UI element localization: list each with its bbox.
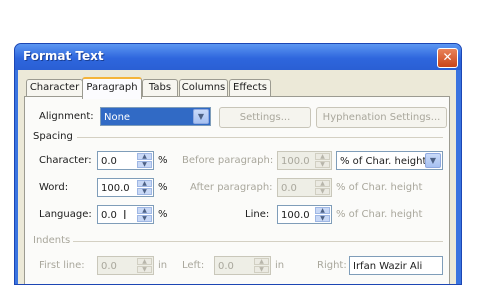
after-paragraph-value: 0.0 [281, 183, 297, 194]
chevron-down-icon[interactable]: ▼ [193, 109, 209, 124]
before-paragraph-value: 100.0 [281, 156, 310, 167]
paragraph-panel: Alignment: None ▼ Settings... Hyphenatio… [24, 96, 450, 284]
tab-paragraph[interactable]: Paragraph [82, 77, 142, 99]
left-indent-unit: in [275, 260, 285, 271]
line-spacing-spinner[interactable]: ▲ ▼ [315, 207, 330, 222]
before-paragraph-unit-value: % of Char. height [340, 156, 427, 167]
left-indent-input[interactable]: 0.0 ▲ ▼ [214, 256, 271, 275]
character-spacing-value: 0.0 [101, 156, 117, 167]
tab-effects[interactable]: Effects [229, 79, 271, 96]
alignment-label: Alignment: [39, 111, 94, 122]
title-bar[interactable]: Format Text ✕ [15, 44, 461, 70]
settings-button[interactable]: Settings... [219, 107, 311, 128]
format-text-dialog: Format Text ✕ Character Paragraph Tabs C… [14, 43, 462, 285]
hyphenation-settings-button[interactable]: Hyphenation Settings... [316, 107, 447, 128]
after-paragraph-label: After paragraph: [190, 182, 273, 193]
character-spacing-input[interactable]: 0.0 ▲ ▼ [97, 151, 154, 170]
language-spacing-unit: % [158, 209, 168, 220]
before-paragraph-label: Before paragraph: [182, 155, 274, 166]
dialog-client-area: Character Paragraph Tabs Columns Effects… [18, 70, 456, 284]
language-spacing-input[interactable]: 0.0 I ▲ ▼ [97, 205, 154, 224]
before-paragraph-input[interactable]: 100.0 ▲ ▼ [277, 151, 332, 170]
first-line-input[interactable]: 0.0 ▲ ▼ [97, 256, 154, 275]
first-line-label: First line: [39, 260, 85, 271]
first-line-value: 0.0 [101, 261, 117, 272]
after-paragraph-unit: % of Char. height [336, 182, 423, 193]
right-indent-label: Right: [317, 260, 347, 271]
tab-character[interactable]: Character [26, 79, 83, 96]
word-spacing-input[interactable]: 100.0 ▲ ▼ [97, 178, 154, 197]
left-indent-value: 0.0 [218, 261, 234, 272]
left-indent-label: Left: [182, 260, 205, 271]
chevron-down-icon[interactable]: ▼ [425, 153, 441, 168]
spacing-section-label: Spacing [33, 131, 73, 142]
indents-divider [73, 241, 443, 242]
before-paragraph-spinner[interactable]: ▲ ▼ [315, 153, 330, 168]
language-spacing-value: 0.0 [101, 210, 117, 221]
left-indent-spinner[interactable]: ▲ ▼ [254, 258, 269, 273]
word-spacing-spinner[interactable]: ▲ ▼ [137, 180, 152, 195]
text-cursor-icon: I [123, 208, 127, 222]
word-spacing-unit: % [158, 182, 168, 193]
line-spacing-value: 100.0 [281, 210, 310, 221]
right-indent-value: Irfan Wazir Ali [353, 261, 423, 272]
dialog-title: Format Text [23, 49, 104, 63]
line-spacing-unit: % of Char. height [336, 209, 423, 220]
spacing-divider [77, 137, 443, 138]
right-indent-input[interactable]: Irfan Wazir Ali [349, 256, 443, 275]
after-paragraph-input[interactable]: 0.0 ▲ ▼ [277, 178, 332, 197]
after-paragraph-spinner[interactable]: ▲ ▼ [315, 180, 330, 195]
tab-tabs[interactable]: Tabs [142, 79, 178, 96]
word-spacing-value: 100.0 [101, 183, 130, 194]
word-spacing-label: Word: [39, 182, 69, 193]
character-spacing-label: Character: [39, 155, 92, 166]
before-paragraph-unit-select[interactable]: % of Char. height ▼ [336, 151, 443, 170]
character-spacing-spinner[interactable]: ▲ ▼ [137, 153, 152, 168]
language-spacing-spinner[interactable]: ▲ ▼ [137, 207, 152, 222]
language-spacing-label: Language: [39, 209, 92, 220]
alignment-select[interactable]: None ▼ [100, 107, 211, 126]
tab-columns[interactable]: Columns [179, 79, 228, 96]
line-spacing-input[interactable]: 100.0 ▲ ▼ [277, 205, 332, 224]
line-spacing-label: Line: [245, 209, 270, 220]
first-line-spinner[interactable]: ▲ ▼ [137, 258, 152, 273]
character-spacing-unit: % [158, 155, 168, 166]
alignment-value: None [104, 112, 131, 123]
indents-section-label: Indents [33, 235, 71, 246]
first-line-unit: in [158, 260, 168, 271]
close-icon[interactable]: ✕ [437, 48, 458, 68]
